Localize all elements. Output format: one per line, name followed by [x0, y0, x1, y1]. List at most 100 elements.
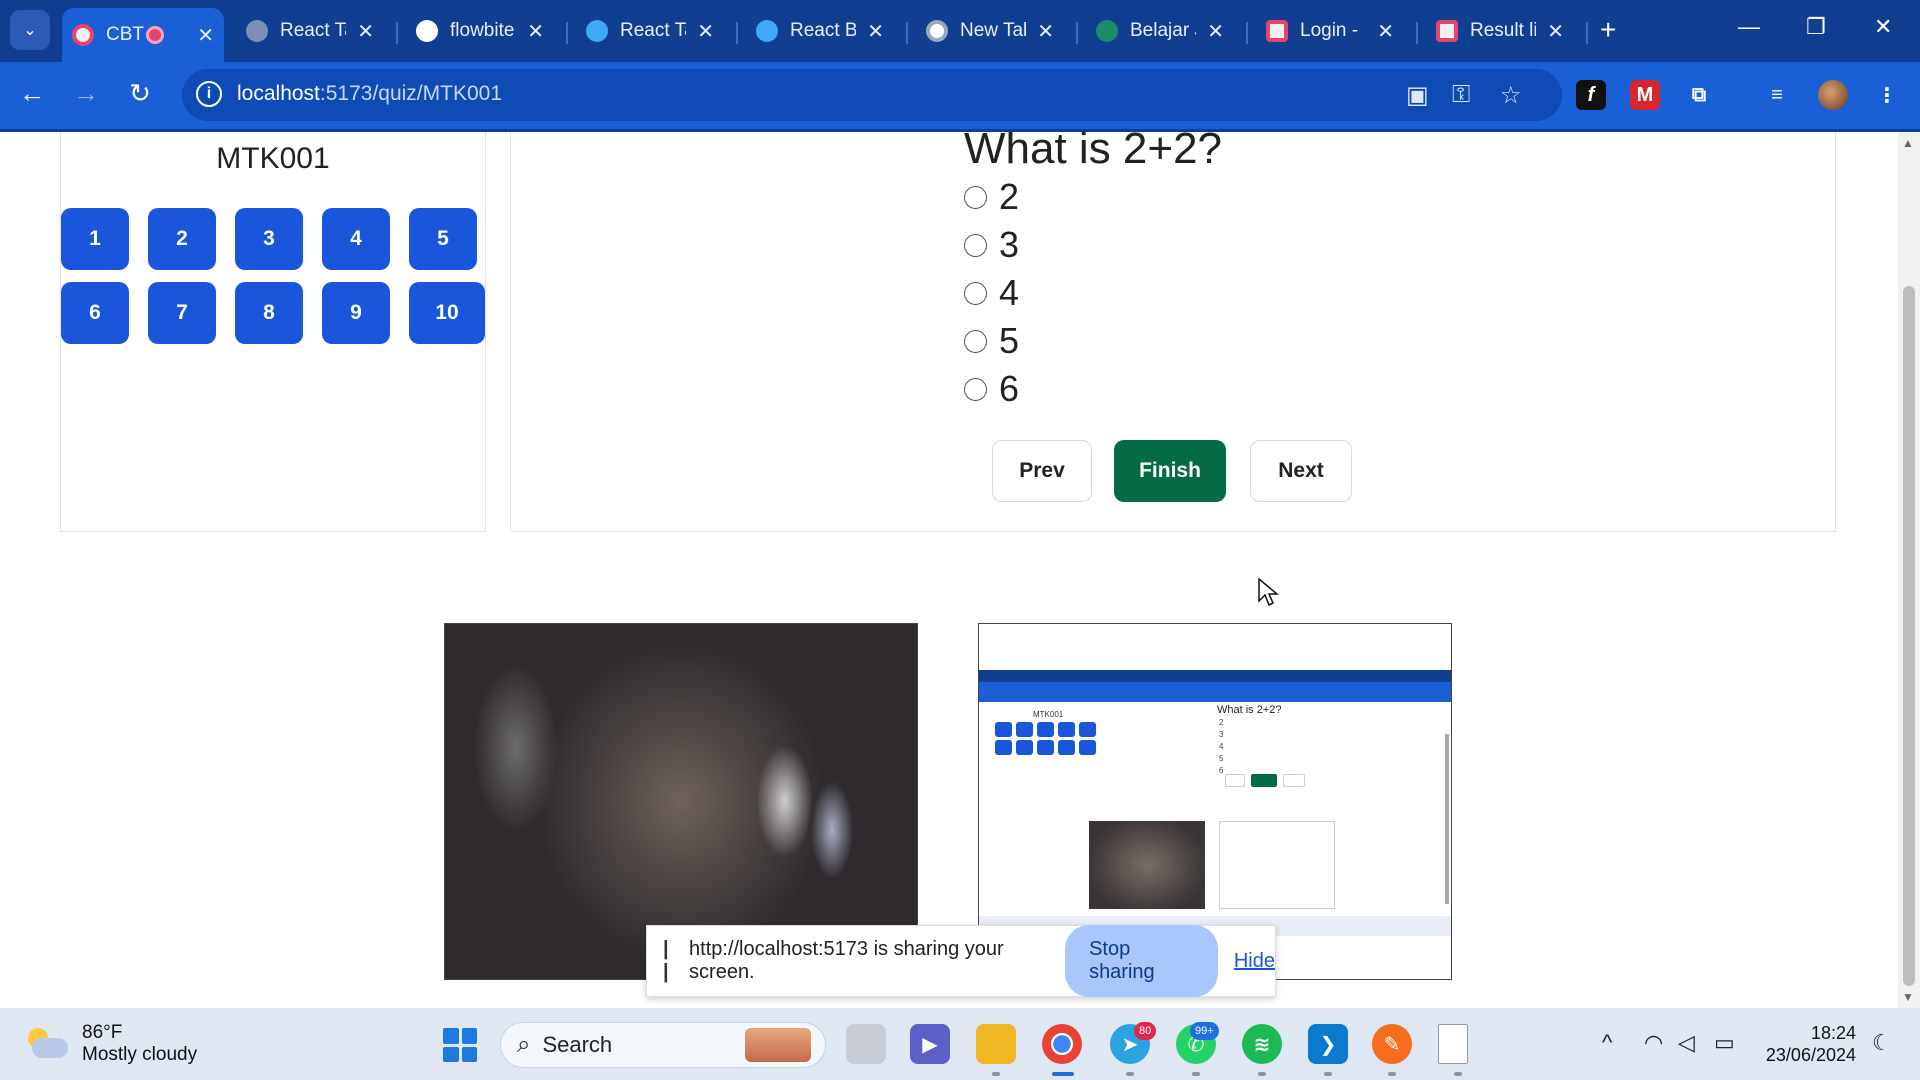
question-button-7[interactable]: 7: [148, 282, 216, 344]
vscode-icon[interactable]: ❯: [1308, 1024, 1348, 1064]
radio-button[interactable]: [964, 329, 987, 353]
tab-separator: [736, 22, 738, 44]
close-icon[interactable]: ✕: [527, 19, 544, 44]
close-icon[interactable]: ✕: [197, 23, 214, 48]
scroll-down-icon[interactable]: ▼: [1902, 990, 1914, 1004]
close-icon[interactable]: ✕: [867, 19, 884, 44]
question-button-6[interactable]: 6: [61, 282, 129, 344]
tab-flowbite[interactable]: flowbite ✕: [406, 8, 554, 54]
url-text[interactable]: localhost:5173/quiz/MTK001: [237, 82, 502, 106]
scroll-up-icon[interactable]: ▲: [1902, 136, 1914, 150]
forward-arrow-icon[interactable]: →: [68, 78, 104, 109]
question-button-8[interactable]: 8: [235, 282, 303, 344]
bookmark-star-icon[interactable]: ☆: [1500, 81, 1522, 110]
restore-icon[interactable]: ❐: [1806, 14, 1826, 40]
weather-widget[interactable]: 86°F Mostly cloudy: [26, 1022, 197, 1066]
system-clock[interactable]: 18:24 23/06/2024: [1746, 1022, 1856, 1066]
notifications-moon-icon[interactable]: ☾: [1872, 1030, 1892, 1056]
back-arrow-icon[interactable]: ←: [14, 78, 50, 109]
scrollbar-thumb[interactable]: [1903, 286, 1915, 986]
tab-result[interactable]: Result li ✕: [1426, 8, 1574, 54]
file-explorer-icon[interactable]: [976, 1024, 1016, 1064]
answer-option-2[interactable]: 3: [964, 224, 1019, 266]
windows-start-icon[interactable]: [443, 1028, 477, 1062]
close-icon[interactable]: ✕: [697, 19, 714, 44]
active-indicator: [1052, 1072, 1074, 1076]
new-tab-plus-icon[interactable]: +: [1600, 14, 1616, 46]
minimize-icon[interactable]: —: [1738, 14, 1760, 40]
key-icon[interactable]: ⚿: [1452, 81, 1470, 109]
preview-finish-button: [1251, 774, 1277, 787]
preview-quiz-code: MTK001: [1033, 710, 1064, 719]
reload-icon[interactable]: ↻: [122, 78, 158, 109]
tab-react-ta-2[interactable]: React Ta ✕: [576, 8, 724, 54]
chrome-icon[interactable]: [1042, 1024, 1082, 1064]
tab-separator: [1586, 22, 1588, 44]
question-button-4[interactable]: 4: [322, 208, 390, 270]
postman-icon[interactable]: ✎: [1372, 1024, 1412, 1064]
running-indicator: [1388, 1072, 1396, 1076]
preview-nested-share: [1219, 821, 1335, 909]
tab-belajar[interactable]: Belajar J ✕: [1086, 8, 1234, 54]
wifi-icon[interactable]: ◠: [1644, 1030, 1663, 1056]
question-button-5[interactable]: 5: [409, 208, 477, 270]
answer-option-4[interactable]: 5: [964, 320, 1019, 362]
extensions-puzzle-icon[interactable]: ⧉: [1684, 80, 1714, 110]
running-indicator: [1324, 1072, 1332, 1076]
close-icon[interactable]: ✕: [1037, 19, 1054, 44]
question-button-9[interactable]: 9: [322, 282, 390, 344]
recording-icon: [146, 26, 164, 44]
tab-label: React Ta: [620, 20, 686, 41]
search-highlight-illustration: [745, 1028, 811, 1062]
taskbar-search[interactable]: ⌕ Search: [500, 1022, 826, 1068]
next-button[interactable]: Next: [1250, 440, 1352, 502]
profile-avatar[interactable]: [1818, 80, 1848, 110]
volume-icon[interactable]: ◁: [1678, 1030, 1695, 1056]
media-queue-icon[interactable]: ≡: [1762, 80, 1792, 110]
page-scrollbar[interactable]: ▲ ▼: [1898, 132, 1920, 1008]
answer-option-1[interactable]: 2: [964, 176, 1019, 218]
tab-label: flowbite: [450, 20, 515, 41]
tab-new-tal[interactable]: New Tal ✕: [916, 8, 1064, 54]
window-close-icon[interactable]: ✕: [1874, 14, 1892, 40]
question-button-1[interactable]: 1: [61, 208, 129, 270]
close-icon[interactable]: ✕: [357, 19, 374, 44]
address-bar[interactable]: i localhost:5173/quiz/MTK001 ▣ ⚿ ☆: [182, 69, 1562, 121]
close-icon[interactable]: ✕: [1207, 19, 1224, 44]
document-icon[interactable]: [1438, 1024, 1468, 1064]
tab-login[interactable]: Login - ✕: [1256, 8, 1404, 54]
radio-button[interactable]: [964, 233, 987, 257]
answer-option-5[interactable]: 6: [964, 368, 1019, 410]
spotify-icon[interactable]: ≋: [1242, 1024, 1282, 1064]
menu-kebab-icon[interactable]: ⋮: [1872, 80, 1902, 110]
teams-chat-icon[interactable]: ▶: [910, 1024, 950, 1064]
tab-react-b[interactable]: React B ✕: [746, 8, 894, 54]
tab-react-ta-1[interactable]: React Ta ✕: [236, 8, 384, 54]
site-info-icon[interactable]: i: [196, 81, 222, 107]
camera-icon[interactable]: ▣: [1406, 81, 1429, 110]
question-button-10[interactable]: 10: [409, 282, 485, 344]
task-view-icon[interactable]: [846, 1024, 886, 1064]
finish-button[interactable]: Finish: [1114, 440, 1226, 502]
battery-icon[interactable]: ▭: [1714, 1030, 1735, 1056]
question-button-2[interactable]: 2: [148, 208, 216, 270]
radio-button[interactable]: [964, 185, 987, 209]
formula-extension-icon[interactable]: f: [1576, 80, 1606, 110]
close-icon[interactable]: ✕: [1547, 19, 1564, 44]
tab-separator: [1416, 22, 1418, 44]
hide-link[interactable]: Hide: [1234, 950, 1275, 973]
radio-button[interactable]: [964, 377, 987, 401]
prev-button[interactable]: Prev: [992, 440, 1092, 502]
stop-sharing-button[interactable]: Stop sharing: [1065, 925, 1218, 997]
play-icon: [756, 20, 778, 42]
tab-cbt[interactable]: CBT ✕: [62, 8, 224, 62]
tab-separator: [1076, 22, 1078, 44]
answer-option-3[interactable]: 4: [964, 272, 1019, 314]
question-button-3[interactable]: 3: [235, 208, 303, 270]
browser-tab-bar: ⌄ CBT ✕ React Ta ✕ flowbite ✕ React Ta ✕…: [0, 0, 1920, 62]
radio-button[interactable]: [964, 281, 987, 305]
tab-search-button[interactable]: ⌄: [10, 10, 50, 50]
chevron-up-icon[interactable]: ^: [1602, 1030, 1612, 1056]
mendeley-extension-icon[interactable]: M: [1630, 80, 1660, 110]
close-icon[interactable]: ✕: [1377, 19, 1394, 44]
